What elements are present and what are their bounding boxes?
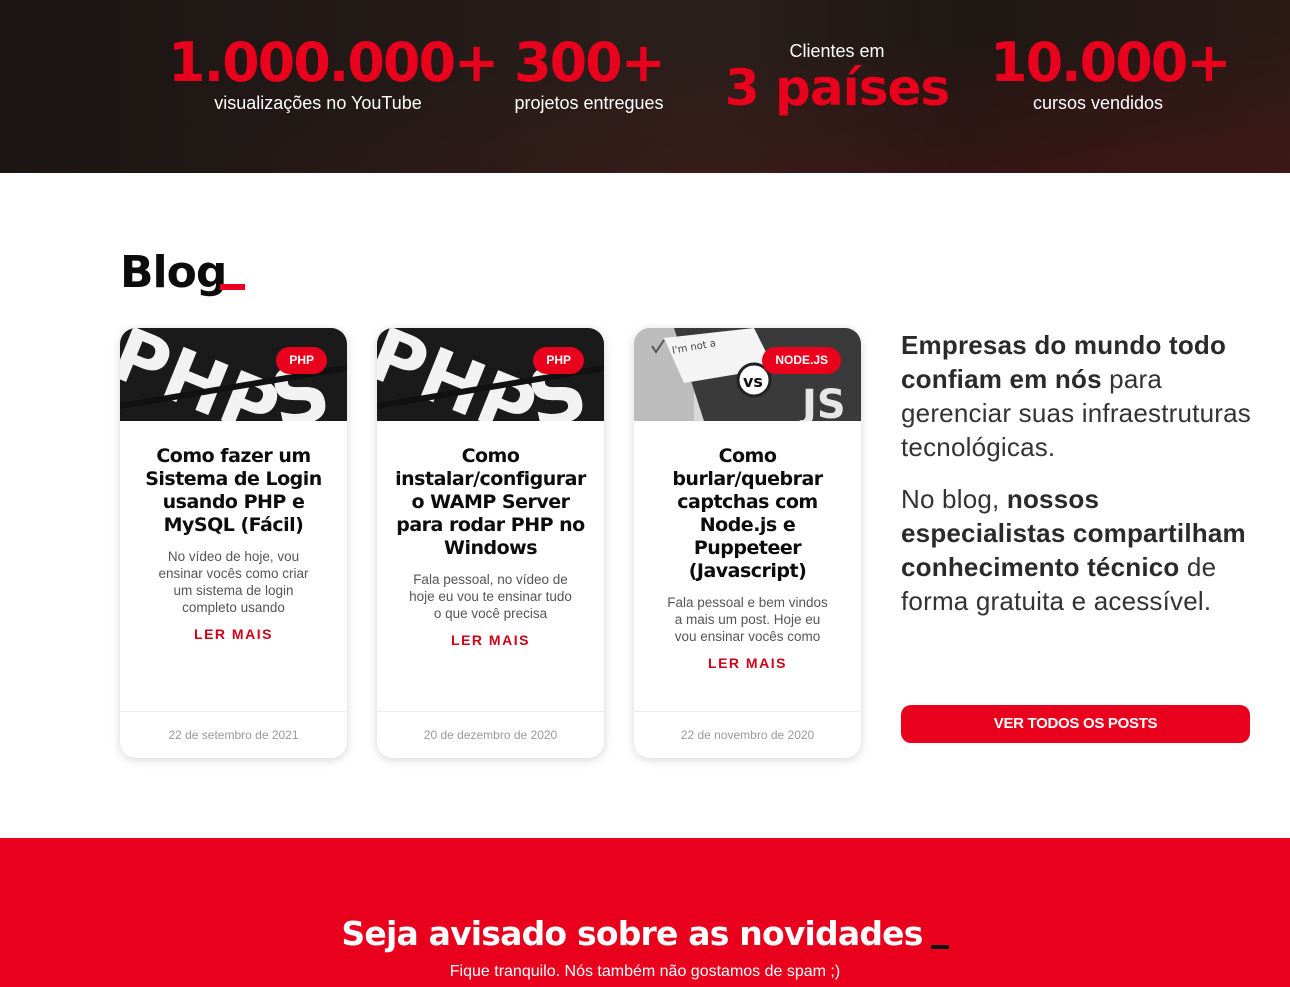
post-excerpt: Fala pessoal, no vídeo de hoje eu vou te…	[409, 572, 572, 621]
post-date: 22 de setembro de 2021	[120, 711, 347, 758]
post-tag-badge[interactable]: PHP	[533, 347, 584, 374]
stats-band: 1.000.000+ visualizações no YouTube 300+…	[0, 0, 1290, 173]
blog-title: Blog	[120, 247, 227, 298]
php-keyboard-image[interactable]: PHP S PHP	[377, 328, 604, 421]
stat-value: 3 países	[724, 59, 950, 117]
svg-text:vs: vs	[743, 372, 763, 391]
stat-value: 1.000.000+	[168, 31, 499, 94]
newsletter-section: Seja avisado sobre as novidades Fique tr…	[0, 838, 1290, 987]
stat-projects: 300+ projetos entregues	[500, 36, 678, 114]
read-more-link[interactable]: LER MAIS	[708, 655, 787, 671]
side-p2-start: No blog,	[901, 484, 1007, 514]
side-paragraph-1: Empresas do mundo todo confiam em nós pa…	[901, 328, 1251, 464]
blog-side-text: Empresas do mundo todo confiam em nós pa…	[901, 328, 1251, 618]
stat-label: visualizações no YouTube	[214, 93, 422, 113]
svg-text:JS: JS	[799, 382, 846, 421]
blog-card[interactable]: PHP S PHP Como instalar/configurar o WAM…	[377, 328, 604, 758]
title-underscore-accent	[220, 284, 245, 290]
stat-youtube-views: 1.000.000+ visualizações no YouTube	[168, 31, 499, 114]
post-tag-badge[interactable]: NODE.JS	[762, 347, 841, 374]
stat-countries: Clientes em 3 países	[722, 40, 952, 114]
post-date: 20 de dezembro de 2020	[377, 711, 604, 758]
newsletter-title: Seja avisado sobre as novidades	[0, 914, 1290, 954]
post-title[interactable]: Como instalar/configurar o WAMP Server p…	[387, 445, 594, 560]
stat-label: cursos vendidos	[1032, 93, 1164, 113]
stat-value: 300+	[514, 31, 666, 94]
stat-label: projetos entregues	[514, 93, 664, 113]
post-excerpt: No vídeo de hoje, vou ensinar vocês como…	[158, 549, 309, 615]
post-date: 22 de novembro de 2020	[634, 711, 861, 758]
blog-card[interactable]: I'm not a vs JS NODE.JS Como burlar/queb…	[634, 328, 861, 758]
side-p1-bold: Empresas do mundo todo confiam em nós	[901, 330, 1227, 394]
post-tag-badge[interactable]: PHP	[276, 347, 327, 374]
newsletter-title-text: Seja avisado sobre as novidades	[341, 914, 923, 953]
stat-value: 10.000+	[990, 31, 1232, 94]
side-paragraph-2: No blog, nossos especialistas compartilh…	[901, 482, 1251, 618]
view-all-posts-button[interactable]: VER TODOS OS POSTS	[901, 705, 1250, 743]
read-more-link[interactable]: LER MAIS	[451, 632, 530, 648]
captcha-vs-image[interactable]: I'm not a vs JS NODE.JS	[634, 328, 861, 421]
php-keyboard-image[interactable]: PHP S PHP	[120, 328, 347, 421]
stat-courses: 10.000+ cursos vendidos	[990, 31, 1232, 114]
newsletter-subtitle: Fique tranquilo. Nós também não gostamos…	[449, 963, 841, 980]
post-title[interactable]: Como burlar/quebrar captchas com Node.js…	[644, 445, 851, 583]
blog-card[interactable]: PHP S PHP Como fazer um Sistema de Login…	[120, 328, 347, 758]
read-more-link[interactable]: LER MAIS	[194, 626, 273, 642]
post-title[interactable]: Como fazer um Sistema de Login usando PH…	[130, 445, 337, 537]
post-excerpt: Fala pessoal e bem vindos a mais um post…	[667, 595, 828, 644]
title-underscore-accent	[930, 945, 949, 949]
